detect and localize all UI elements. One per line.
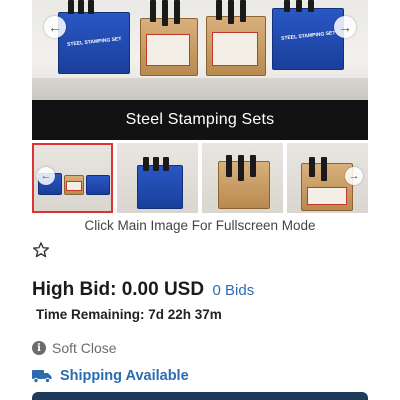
time-remaining: Time Remaining: 7d 22h 37m [36, 307, 222, 322]
product-box-label [146, 34, 190, 66]
thumbnail-4[interactable]: → [287, 143, 368, 213]
thumbnail-strip: ← → [32, 143, 368, 213]
high-bid: High Bid: 0.00 USD [32, 279, 205, 300]
soft-close-label: Soft Close [52, 340, 117, 356]
prev-image-button[interactable]: ← [44, 16, 66, 38]
star-outline-icon[interactable] [32, 241, 50, 259]
thumbnail-2[interactable] [117, 143, 198, 213]
thumb-prev-button[interactable]: ← [37, 167, 55, 185]
arrow-left-icon: ← [40, 170, 52, 182]
image-caption: Steel Stamping Sets [125, 111, 275, 128]
next-image-button[interactable]: → [334, 16, 356, 38]
arrow-right-icon: → [338, 19, 352, 35]
thumbnail-3[interactable] [202, 143, 283, 213]
image-caption-bar: Steel Stamping Sets [32, 100, 368, 140]
main-image[interactable]: STEEL STAMPING SET STEEL STAMPING SET ← … [32, 0, 368, 140]
bid-row: High Bid: 0.00 USD 0 Bids [32, 279, 254, 301]
info-icon: i [32, 341, 46, 355]
shipping-label: Shipping Available [60, 368, 189, 384]
product-box-blue-right: STEEL STAMPING SET [272, 8, 344, 70]
soft-close: i Soft Close [32, 340, 117, 356]
product-box-label [212, 32, 258, 66]
thumbnail-1[interactable]: ← [32, 143, 113, 213]
arrow-left-icon: ← [48, 19, 62, 35]
arrow-right-icon: → [348, 170, 360, 182]
fullscreen-hint: Click Main Image For Fullscreen Mode [84, 218, 316, 233]
thumb-next-button[interactable]: → [345, 167, 363, 185]
shipping-available: Shipping Available [32, 368, 189, 384]
bid-count-link[interactable]: 0 Bids [213, 282, 255, 299]
action-button[interactable] [32, 392, 368, 400]
product-box-blue-left: STEEL STAMPING SET [58, 12, 130, 74]
truck-icon [32, 370, 52, 383]
